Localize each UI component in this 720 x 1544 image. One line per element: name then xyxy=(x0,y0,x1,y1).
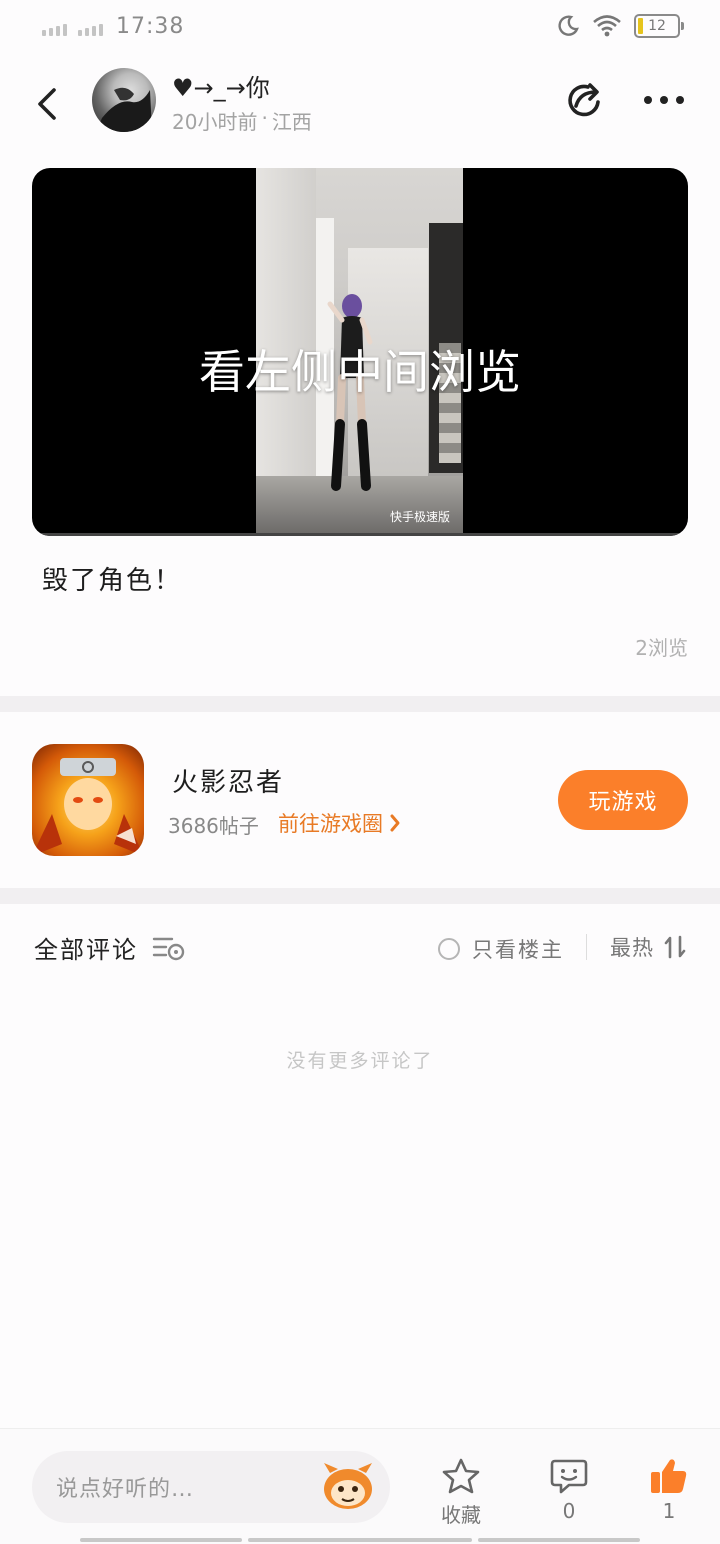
section-divider xyxy=(0,888,720,904)
sort-icon xyxy=(664,935,686,959)
gesture-bar xyxy=(80,1538,242,1542)
chevron-right-icon xyxy=(390,814,400,832)
sort-label: 最热 xyxy=(610,936,654,960)
naruto-game-icon xyxy=(32,758,144,856)
avatar[interactable] xyxy=(92,68,156,132)
post-caption: 毁了角色！ xyxy=(42,566,183,596)
video-progress-bar[interactable] xyxy=(32,533,688,536)
post-time: 20小时前 xyxy=(172,110,258,134)
gesture-bar xyxy=(248,1538,472,1542)
sort-button[interactable]: 最热 xyxy=(610,932,686,962)
no-more-comments: 没有更多评论了 xyxy=(286,1050,434,1072)
signal-icon xyxy=(42,24,67,36)
meta-dot: · xyxy=(261,106,268,130)
user-name[interactable]: ♥→_→你 xyxy=(172,68,270,103)
game-app-icon[interactable] xyxy=(32,744,144,856)
post-location: 江西 xyxy=(271,110,312,134)
avatar-image xyxy=(96,87,152,132)
thumbs-up-icon xyxy=(651,1459,687,1493)
game-circle-link-label: 前往游戏圈 xyxy=(278,812,383,836)
share-button[interactable] xyxy=(562,78,606,122)
comment-input-placeholder: 说点好听的… xyxy=(56,1477,195,1502)
only-host-radio[interactable] xyxy=(438,938,460,960)
favorite-button[interactable]: 收藏 xyxy=(426,1457,496,1528)
divider xyxy=(586,934,587,960)
post-meta: 20小时前 · 江西 xyxy=(172,106,312,135)
video-overlay-text: 看左侧中间浏览 xyxy=(199,345,521,399)
comment-input[interactable]: 说点好听的… xyxy=(32,1451,390,1523)
status-time: 17:38 xyxy=(116,14,185,39)
filter-icon[interactable] xyxy=(152,934,186,962)
dot-icon xyxy=(676,96,684,104)
mascot-emoji-icon[interactable] xyxy=(320,1461,376,1513)
only-host-toggle[interactable]: 只看楼主 xyxy=(438,934,564,964)
dot-icon xyxy=(644,96,652,104)
video-watermark: 快手极速版 xyxy=(390,510,451,524)
bottom-action-bar: 说点好听的… 收藏 0 1 xyxy=(0,1428,720,1544)
only-host-label: 只看楼主 xyxy=(472,938,564,962)
status-bar: 17:38 12 xyxy=(0,0,720,56)
star-icon xyxy=(442,1458,480,1494)
post-header: ♥→_→你 20小时前 · 江西 xyxy=(0,56,720,152)
favorite-label: 收藏 xyxy=(441,1503,481,1527)
gesture-bar xyxy=(478,1538,640,1542)
signal-icon xyxy=(78,24,103,36)
more-options-button[interactable] xyxy=(640,86,688,114)
comments-title: 全部评论 xyxy=(34,936,138,964)
view-count: 2浏览 xyxy=(635,636,688,660)
like-count: 1 xyxy=(662,1499,676,1523)
game-name: 火影忍者 xyxy=(172,768,285,798)
comment-button[interactable]: 0 xyxy=(534,1457,604,1523)
comment-icon xyxy=(550,1459,588,1494)
game-circle-link[interactable]: 前往游戏圈 xyxy=(278,808,401,838)
wifi-icon xyxy=(593,15,621,37)
like-button[interactable]: 1 xyxy=(634,1457,704,1523)
moon-icon xyxy=(558,15,579,36)
dot-icon xyxy=(660,96,668,104)
comment-count: 0 xyxy=(562,1499,576,1523)
battery-icon: 12 xyxy=(634,14,684,38)
game-post-count: 3686帖子 xyxy=(168,814,259,838)
back-button[interactable] xyxy=(28,82,68,126)
play-game-button[interactable]: 玩游戏 xyxy=(558,770,688,830)
section-divider xyxy=(0,696,720,712)
battery-level: 12 xyxy=(648,18,666,34)
video-player[interactable]: 看左侧中间浏览 快手极速版 xyxy=(32,168,688,536)
